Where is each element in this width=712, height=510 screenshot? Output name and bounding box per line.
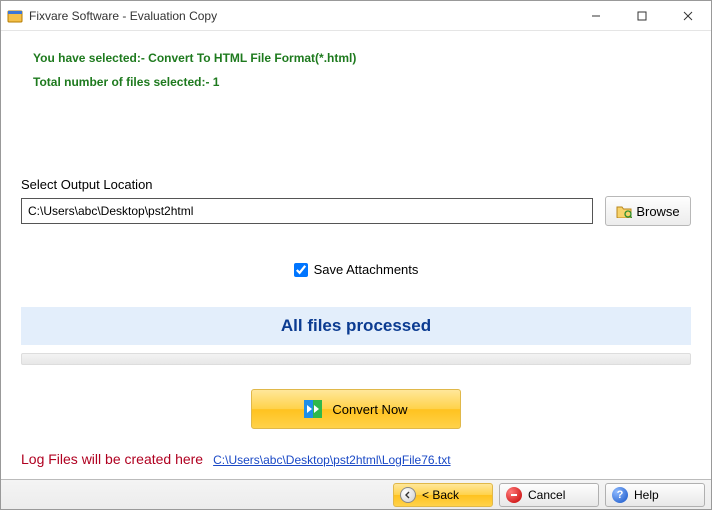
save-attachments-label: Save Attachments <box>314 262 419 277</box>
cancel-icon <box>506 487 522 503</box>
output-row: Browse <box>21 196 691 226</box>
close-icon <box>683 11 693 21</box>
progress-bar <box>21 353 691 365</box>
convert-icon <box>304 400 322 418</box>
content-area: You have selected:- Convert To HTML File… <box>1 31 711 479</box>
convert-label: Convert Now <box>332 402 407 417</box>
help-icon: ? <box>612 487 628 503</box>
minimize-icon <box>591 11 601 21</box>
convert-now-button[interactable]: Convert Now <box>251 389 461 429</box>
log-row: Log Files will be created here C:\Users\… <box>21 451 451 467</box>
title-bar: Fixvare Software - Evaluation Copy <box>1 1 711 31</box>
back-label: < Back <box>422 488 459 502</box>
output-path-input[interactable] <box>21 198 593 224</box>
browse-label: Browse <box>636 204 679 219</box>
window-title: Fixvare Software - Evaluation Copy <box>29 9 217 23</box>
browse-button[interactable]: Browse <box>605 196 691 226</box>
selection-info: You have selected:- Convert To HTML File… <box>33 51 691 65</box>
help-label: Help <box>634 488 659 502</box>
save-attachments-checkbox[interactable] <box>294 263 308 277</box>
status-banner: All files processed <box>21 307 691 345</box>
maximize-icon <box>637 11 647 21</box>
minimize-button[interactable] <box>573 1 619 31</box>
cancel-button[interactable]: Cancel <box>499 483 599 507</box>
cancel-label: Cancel <box>528 488 565 502</box>
back-button[interactable]: < Back <box>393 483 493 507</box>
convert-row: Convert Now <box>21 389 691 429</box>
app-icon <box>7 8 23 24</box>
status-text: All files processed <box>281 316 431 336</box>
file-count-info: Total number of files selected:- 1 <box>33 75 691 89</box>
app-window: Fixvare Software - Evaluation Copy You h… <box>0 0 712 510</box>
back-arrow-icon <box>400 487 416 503</box>
log-label: Log Files will be created here <box>21 451 203 467</box>
close-button[interactable] <box>665 1 711 31</box>
maximize-button[interactable] <box>619 1 665 31</box>
footer-bar: < Back Cancel ? Help <box>1 479 711 509</box>
save-attachments-row: Save Attachments <box>21 262 691 277</box>
log-file-link[interactable]: C:\Users\abc\Desktop\pst2html\LogFile76.… <box>213 453 450 467</box>
help-button[interactable]: ? Help <box>605 483 705 507</box>
output-location-label: Select Output Location <box>21 177 691 192</box>
folder-icon <box>616 204 632 218</box>
